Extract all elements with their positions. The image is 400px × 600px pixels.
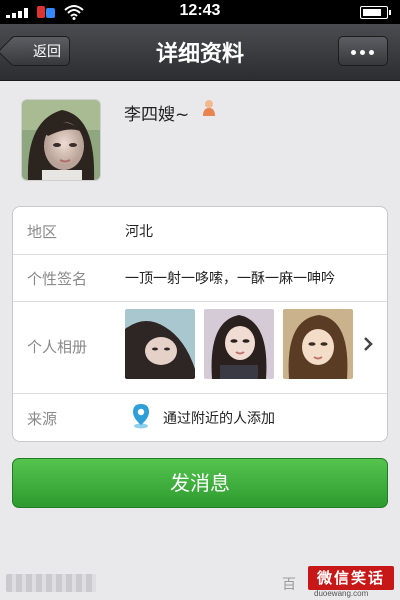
source-label: 来源 (27, 410, 58, 428)
avatar[interactable] (22, 100, 100, 180)
status-bar: 12:43 (0, 0, 400, 24)
region-value: 河北 (125, 224, 153, 240)
source-row: 来源 通过附近的人添加 (13, 393, 387, 441)
ellipsis-icon (351, 50, 356, 55)
navigation-bar: 返回 详细资料 (0, 24, 400, 81)
ellipsis-dot (360, 50, 365, 55)
battery-icon (360, 6, 391, 19)
album-photo[interactable] (125, 309, 195, 379)
contact-name: 李四嫂~ (124, 105, 190, 125)
album-photo[interactable] (283, 309, 353, 379)
watermark-domain: duoewang.com (314, 589, 369, 598)
clock: 12:43 (179, 2, 221, 19)
female-icon (203, 100, 215, 116)
album-photo[interactable] (204, 309, 274, 379)
region-row: 地区 河北 (13, 207, 387, 255)
region-label: 地区 (27, 223, 58, 241)
send-message-button[interactable]: 发消息 (12, 458, 388, 508)
blurred-caption (6, 574, 96, 592)
signature-row: 个性签名 一顶一射一哆嗦，一酥一麻一呻吟 (13, 254, 387, 302)
chevron-right-icon (364, 337, 373, 351)
album-row[interactable]: 个人相册 (13, 301, 387, 394)
more-options-button[interactable] (338, 36, 388, 66)
watermark-baidu: 百 (282, 577, 296, 593)
profile-info-card: 地区 河北 个性签名 一顶一射一哆嗦，一酥一麻一呻吟 个人相册 来源 通过附近的… (12, 206, 388, 442)
source-value: 通过附近的人添加 (163, 411, 275, 427)
location-pin-icon (133, 404, 149, 429)
signature-label: 个性签名 (27, 270, 88, 288)
signature-value: 一顶一射一哆嗦，一酥一麻一呻吟 (125, 271, 335, 287)
ellipsis-dot (369, 50, 374, 55)
watermark-logo: 微信笑话 (308, 566, 394, 590)
album-label: 个人相册 (27, 338, 88, 356)
avatar-photo (22, 100, 100, 180)
